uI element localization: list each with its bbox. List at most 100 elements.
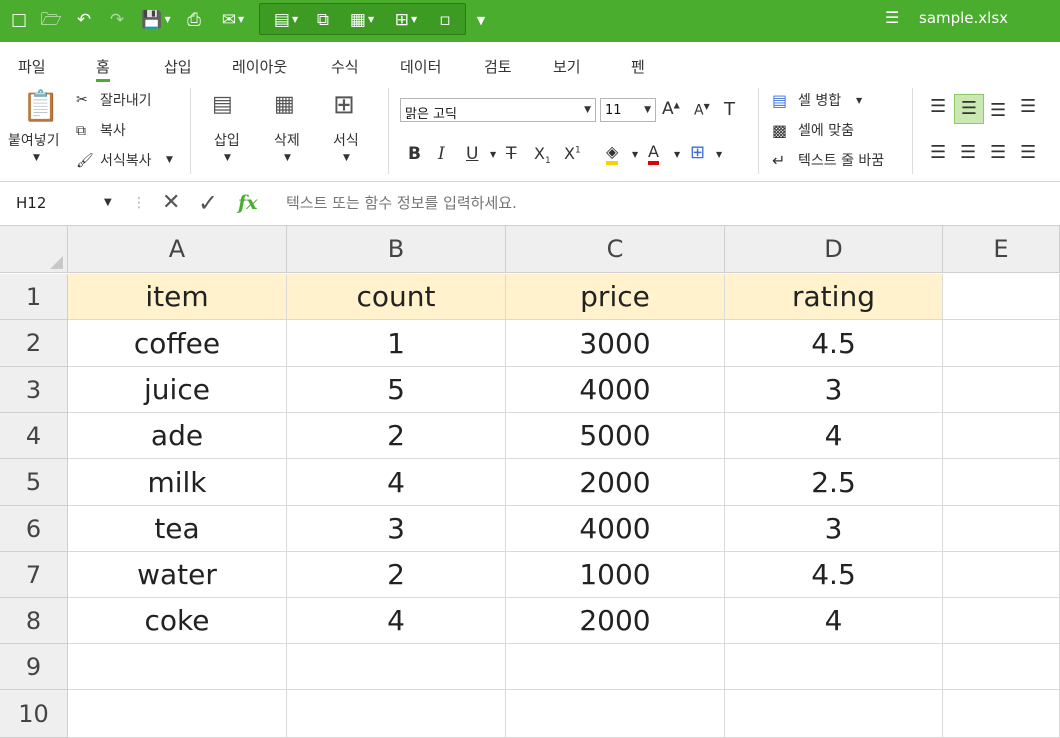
cell-d6[interactable]: 3 xyxy=(725,506,943,552)
save-icon[interactable]: 💾 ▼ xyxy=(138,6,174,34)
export-icon[interactable]: ▫ xyxy=(432,6,458,34)
name-box[interactable]: H12 xyxy=(16,194,46,212)
table-icon[interactable]: ⊞ ▼ xyxy=(388,6,424,34)
row-header-8[interactable]: 8 xyxy=(0,598,68,644)
cell-a6[interactable]: tea xyxy=(68,506,287,552)
merge-cells-dropdown-icon[interactable]: ▼ xyxy=(856,97,862,105)
cell-b6[interactable]: 3 xyxy=(287,506,506,552)
menu-review[interactable]: 검토 xyxy=(484,56,512,77)
cell-b4[interactable]: 2 xyxy=(287,413,506,459)
cell-d4[interactable]: 4 xyxy=(725,413,943,459)
cell-e10[interactable] xyxy=(943,690,1060,738)
cell-e6[interactable] xyxy=(943,506,1060,552)
cell-d2[interactable]: 4.5 xyxy=(725,320,943,367)
cell-b5[interactable]: 4 xyxy=(287,459,506,506)
name-box-dropdown-icon[interactable]: ▼ xyxy=(104,198,112,208)
borders-dropdown-icon[interactable]: ▼ xyxy=(716,151,722,159)
column-header-b[interactable]: B xyxy=(287,226,506,273)
paste-icon[interactable]: 📋 xyxy=(22,92,59,122)
cell-d7[interactable]: 4.5 xyxy=(725,552,943,598)
copy-icon[interactable]: ⧉ xyxy=(76,124,86,138)
justify-icon[interactable]: ☰ xyxy=(1020,144,1036,162)
duplicate-icon[interactable]: ⧉ xyxy=(312,6,334,34)
font-color-icon[interactable]: A xyxy=(648,144,659,165)
cut-button[interactable]: 잘라내기 xyxy=(100,94,152,108)
column-header-e[interactable]: E xyxy=(943,226,1060,273)
cut-icon[interactable]: ✂ xyxy=(76,93,88,107)
cell-c6[interactable]: 4000 xyxy=(506,506,725,552)
italic-icon[interactable]: I xyxy=(438,146,445,163)
menu-data[interactable]: 데이터 xyxy=(400,56,441,77)
paste-dropdown-icon[interactable]: ▼ xyxy=(33,154,40,163)
cell-c1[interactable]: price xyxy=(506,274,725,320)
delete-sheet-icon[interactable]: ▦ ▼ xyxy=(344,6,380,34)
format-cells-icon[interactable]: ⊞ xyxy=(333,92,355,118)
underline-icon[interactable]: U xyxy=(466,146,478,163)
menu-formula[interactable]: 수식 xyxy=(331,56,359,77)
merge-cells-icon[interactable]: ▤ xyxy=(772,93,787,109)
cell-b9[interactable] xyxy=(287,644,506,690)
cell-e9[interactable] xyxy=(943,644,1060,690)
menu-grid-icon[interactable]: ☰ xyxy=(885,8,899,27)
cancel-entry-icon[interactable]: ✕ xyxy=(162,192,180,214)
cell-a5[interactable]: milk xyxy=(68,459,287,506)
delete-cells-icon[interactable]: ▦ xyxy=(274,94,295,116)
cell-d9[interactable] xyxy=(725,644,943,690)
cell-b2[interactable]: 1 xyxy=(287,320,506,367)
clear-format-icon[interactable]: T xyxy=(724,101,735,119)
cell-a9[interactable] xyxy=(68,644,287,690)
font-color-dropdown-icon[interactable]: ▼ xyxy=(674,151,680,159)
row-header-2[interactable]: 2 xyxy=(0,320,68,367)
insert-function-icon[interactable]: fx xyxy=(238,194,258,213)
cell-c2[interactable]: 3000 xyxy=(506,320,725,367)
justify-vertical-icon[interactable]: ☰ xyxy=(1020,98,1036,116)
cell-b7[interactable]: 2 xyxy=(287,552,506,598)
row-header-1[interactable]: 1 xyxy=(0,274,68,320)
open-folder-icon[interactable]: 🗁 xyxy=(40,6,62,34)
format-dropdown-icon[interactable]: ▼ xyxy=(343,154,350,163)
font-name-select[interactable]: 맑은 고딕 ▼ xyxy=(400,98,596,122)
menu-home[interactable]: 홈 xyxy=(96,56,110,82)
cell-a8[interactable]: coke xyxy=(68,598,287,644)
insert-button[interactable]: 삽입 xyxy=(214,134,240,148)
row-header-7[interactable]: 7 xyxy=(0,552,68,598)
fill-color-dropdown-icon[interactable]: ▼ xyxy=(632,151,638,159)
cell-a7[interactable]: water xyxy=(68,552,287,598)
menu-file[interactable]: 파일 xyxy=(18,56,46,77)
row-header-6[interactable]: 6 xyxy=(0,506,68,552)
align-middle-icon[interactable]: ☰ xyxy=(954,94,984,124)
cell-e4[interactable] xyxy=(943,413,1060,459)
select-all-corner[interactable] xyxy=(0,226,68,273)
cell-a4[interactable]: ade xyxy=(68,413,287,459)
cell-c10[interactable] xyxy=(506,690,725,738)
menu-view[interactable]: 보기 xyxy=(553,56,581,77)
cell-e2[interactable] xyxy=(943,320,1060,367)
column-header-c[interactable]: C xyxy=(506,226,725,273)
cell-d5[interactable]: 2.5 xyxy=(725,459,943,506)
cell-c7[interactable]: 1000 xyxy=(506,552,725,598)
cell-c5[interactable]: 2000 xyxy=(506,459,725,506)
cell-e3[interactable] xyxy=(943,367,1060,413)
font-size-select[interactable]: 11 ▼ xyxy=(600,98,656,122)
format-painter-dropdown-icon[interactable]: ▼ xyxy=(166,156,173,165)
cell-d8[interactable]: 4 xyxy=(725,598,943,644)
fit-to-cell-button[interactable]: 셀에 맞춤 xyxy=(798,124,854,138)
subscript-icon[interactable]: X1 xyxy=(534,145,551,166)
mail-icon[interactable]: ✉ ▼ xyxy=(215,6,251,34)
superscript-icon[interactable]: X1 xyxy=(564,146,581,162)
row-header-10[interactable]: 10 xyxy=(0,690,68,738)
cell-e7[interactable] xyxy=(943,552,1060,598)
cell-c4[interactable]: 5000 xyxy=(506,413,725,459)
align-right-icon[interactable]: ☰ xyxy=(990,144,1006,162)
format-button[interactable]: 서식 xyxy=(333,134,359,148)
fill-color-icon[interactable]: ◈ xyxy=(606,144,619,165)
fit-to-cell-icon[interactable]: ▩ xyxy=(772,123,787,139)
column-header-a[interactable]: A xyxy=(68,226,287,273)
delete-button[interactable]: 삭제 xyxy=(274,134,300,148)
cell-b3[interactable]: 5 xyxy=(287,367,506,413)
cell-c9[interactable] xyxy=(506,644,725,690)
format-painter-button[interactable]: 서식복사 xyxy=(100,154,152,168)
menu-insert[interactable]: 삽입 xyxy=(164,56,192,77)
cell-c8[interactable]: 2000 xyxy=(506,598,725,644)
cell-a1[interactable]: item xyxy=(68,274,287,320)
